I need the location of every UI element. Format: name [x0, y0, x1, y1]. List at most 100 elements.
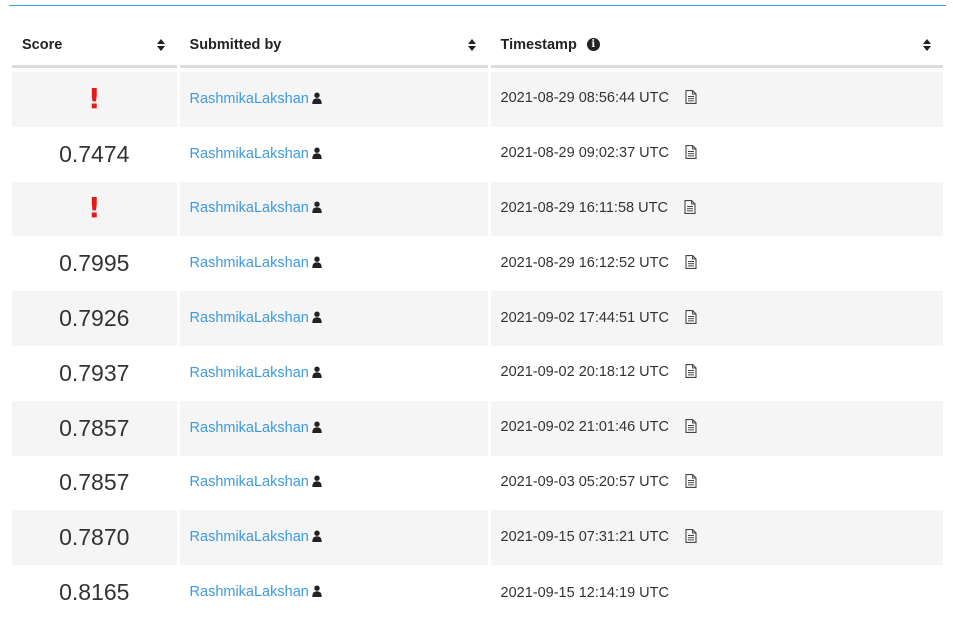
score-value: 0.7474: [59, 140, 130, 167]
timestamp-cell: 2021-09-03 05:20:57 UTC: [491, 456, 943, 511]
score-value: 0.7926: [59, 305, 130, 332]
timestamp-text: 2021-08-29 08:56:44 UTC: [500, 90, 669, 107]
timestamp-cell: 2021-08-29 09:02:37 UTC: [491, 127, 943, 182]
submitted-by-cell: RashmikaLakshan: [180, 236, 488, 291]
file-icon[interactable]: [685, 145, 697, 164]
timestamp-cell: 2021-09-02 21:01:46 UTC: [490, 400, 943, 456]
score-cell: 0.7870: [12, 510, 177, 566]
score-value: 0.8165: [59, 579, 130, 606]
file-icon[interactable]: [685, 419, 697, 438]
timestamp-text: 2021-08-29 16:11:58 UTC: [500, 199, 668, 216]
score-cell: 0.7857: [12, 456, 177, 511]
file-icon[interactable]: [685, 528, 697, 548]
submissions-table: Score Submitted by Timestamp i ! Rashmik…: [9, 24, 946, 620]
sort-icon[interactable]: [466, 38, 478, 52]
user-link[interactable]: RashmikaLakshan: [190, 310, 309, 326]
user-icon: [312, 365, 322, 383]
column-header-timestamp-label: Timestamp: [500, 36, 577, 53]
file-icon[interactable]: [685, 254, 697, 274]
user-icon: [312, 474, 322, 492]
sort-icon[interactable]: [921, 38, 933, 52]
timestamp-cell: 2021-09-15 07:31:21 UTC: [490, 510, 943, 566]
table-row: 0.7857 RashmikaLakshan 2021-09-03 05:20:57…: [12, 456, 943, 511]
score-value: 0.7937: [59, 359, 130, 386]
user-icon: [312, 529, 322, 547]
table-row: ! RashmikaLakshan 2021-08-29 08:56:44 UTC: [12, 72, 943, 127]
sort-icon[interactable]: [155, 38, 167, 52]
score-value: 0.7995: [59, 250, 130, 277]
user-link[interactable]: RashmikaLakshan: [190, 146, 309, 162]
timestamp-cell: 2021-08-29 08:56:44 UTC: [490, 72, 943, 127]
user-icon: [312, 255, 322, 273]
file-icon[interactable]: [684, 200, 696, 219]
timestamp-cell: 2021-08-29 16:12:52 UTC: [491, 236, 943, 291]
timestamp-text: 2021-09-15 12:14:19 UTC: [500, 584, 669, 601]
user-link[interactable]: RashmikaLakshan: [190, 584, 309, 600]
timestamp-text: 2021-09-15 07:31:21 UTC: [500, 528, 669, 545]
user-icon: [312, 91, 322, 109]
table-row: 0.7995 RashmikaLakshan 2021-08-29 16:12:52…: [12, 236, 943, 291]
user-link[interactable]: RashmikaLakshan: [190, 474, 309, 490]
submitted-by-cell: RashmikaLakshan: [180, 127, 488, 182]
submitted-by-cell: RashmikaLakshan: [180, 565, 488, 620]
table-row: 0.7870 RashmikaLakshan 2021-09-15 07:31:21…: [12, 510, 943, 566]
submitted-by-cell: RashmikaLakshan: [179, 181, 488, 237]
user-link[interactable]: RashmikaLakshan: [190, 91, 309, 107]
timestamp-cell: 2021-09-02 17:44:51 UTC: [490, 291, 943, 346]
column-header-timestamp[interactable]: Timestamp i: [490, 24, 943, 68]
user-icon: [312, 584, 322, 602]
score-value: 0.7857: [59, 414, 130, 441]
score-cell: 0.7857: [12, 400, 177, 456]
table-row: 0.8165 RashmikaLakshan 2021-09-15 12:14:19…: [12, 565, 943, 620]
submitted-by-cell: RashmikaLakshan: [179, 400, 488, 456]
user-icon: [312, 420, 322, 438]
error-icon: !: [87, 191, 101, 225]
timestamp-cell: 2021-09-15 12:14:19 UTC: [491, 565, 943, 620]
score-cell: 0.7937: [12, 346, 177, 401]
column-header-submitted-by[interactable]: Submitted by: [179, 24, 488, 68]
user-icon: [312, 200, 322, 218]
user-link[interactable]: RashmikaLakshan: [190, 200, 309, 216]
timestamp-text: 2021-09-02 21:01:46 UTC: [500, 419, 669, 436]
timestamp-text: 2021-09-02 17:44:51 UTC: [500, 309, 669, 326]
table-row: 0.7926 RashmikaLakshan 2021-09-02 17:44:51…: [12, 291, 943, 346]
user-icon: [312, 310, 322, 328]
info-icon[interactable]: i: [586, 38, 600, 51]
timestamp-cell: 2021-08-29 16:11:58 UTC: [490, 181, 943, 237]
file-icon[interactable]: [685, 474, 697, 493]
file-icon[interactable]: [685, 90, 697, 109]
error-icon: !: [87, 81, 101, 115]
timestamp-text: 2021-09-03 05:20:57 UTC: [500, 473, 669, 490]
timestamp-text: 2021-08-29 16:12:52 UTC: [500, 254, 669, 271]
submitted-by-cell: RashmikaLakshan: [179, 72, 488, 127]
table-header-row: Score Submitted by Timestamp i: [12, 24, 943, 68]
user-link[interactable]: RashmikaLakshan: [190, 365, 309, 381]
table-body: ! RashmikaLakshan 2021-08-29 08:56:44 UTC 0…: [12, 68, 943, 620]
file-icon[interactable]: [685, 364, 697, 383]
file-icon[interactable]: [685, 309, 697, 329]
user-link[interactable]: RashmikaLakshan: [190, 255, 309, 271]
top-divider: [9, 5, 946, 6]
score-cell: 0.8165: [12, 565, 177, 620]
score-cell: !: [12, 181, 177, 237]
timestamp-cell: 2021-09-02 20:18:12 UTC: [491, 346, 943, 401]
submitted-by-cell: RashmikaLakshan: [179, 291, 488, 346]
column-header-score[interactable]: Score: [12, 24, 177, 68]
user-link[interactable]: RashmikaLakshan: [190, 420, 309, 436]
score-value: 0.7870: [59, 524, 130, 551]
table-row: 0.7937 RashmikaLakshan 2021-09-02 20:18:12…: [12, 346, 943, 401]
user-link[interactable]: RashmikaLakshan: [190, 529, 309, 545]
timestamp-text: 2021-09-02 20:18:12 UTC: [500, 364, 669, 381]
table-row: ! RashmikaLakshan 2021-08-29 16:11:58 UTC: [12, 181, 943, 237]
score-cell: 0.7926: [12, 291, 177, 346]
submissions-page: Score Submitted by Timestamp i ! Rashmik…: [0, 0, 953, 632]
score-value: 0.7857: [59, 469, 130, 496]
user-icon: [312, 146, 322, 164]
column-header-score-label: Score: [22, 36, 63, 53]
score-cell: !: [12, 72, 177, 127]
score-cell: 0.7995: [12, 236, 177, 291]
column-header-submitted-by-label: Submitted by: [189, 36, 282, 53]
submitted-by-cell: RashmikaLakshan: [179, 510, 488, 566]
submitted-by-cell: RashmikaLakshan: [180, 456, 488, 511]
table-row: 0.7857 RashmikaLakshan 2021-09-02 21:01:46…: [12, 400, 943, 456]
